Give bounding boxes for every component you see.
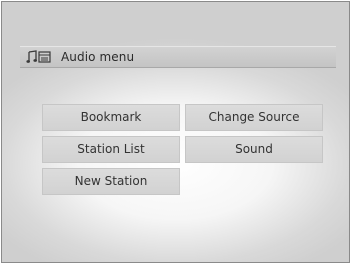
change-source-button[interactable]: Change Source bbox=[185, 104, 323, 131]
sound-button[interactable]: Sound bbox=[185, 136, 323, 163]
menu-title: Audio menu bbox=[61, 50, 135, 64]
new-station-button[interactable]: New Station bbox=[42, 168, 180, 195]
audio-menu-screen: Audio menu Bookmark Change Source Statio… bbox=[1, 1, 350, 263]
title-bar: Audio menu bbox=[20, 46, 336, 68]
audio-music-icon bbox=[26, 50, 52, 65]
station-list-button[interactable]: Station List bbox=[42, 136, 180, 163]
bookmark-button[interactable]: Bookmark bbox=[42, 104, 180, 131]
